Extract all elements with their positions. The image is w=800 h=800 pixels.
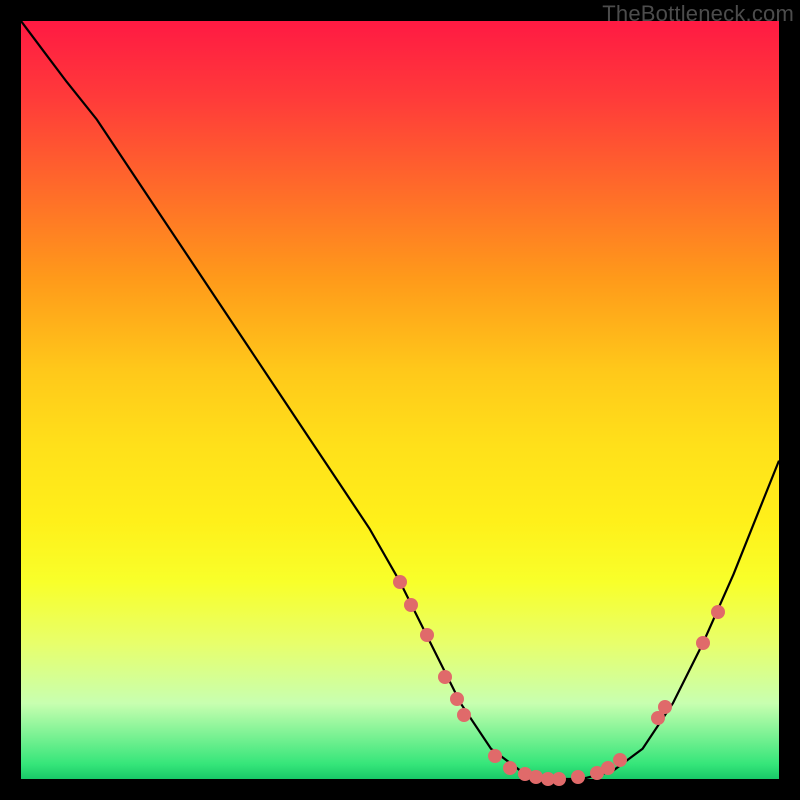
- data-point: [404, 598, 418, 612]
- data-point: [420, 628, 434, 642]
- data-point: [488, 749, 502, 763]
- bottleneck-curve: [21, 21, 779, 779]
- data-point: [503, 761, 517, 775]
- data-point: [393, 575, 407, 589]
- data-point: [457, 708, 471, 722]
- data-point: [613, 753, 627, 767]
- data-point: [571, 770, 585, 784]
- data-point: [696, 636, 710, 650]
- watermark-text: TheBottleneck.com: [602, 1, 794, 27]
- data-point: [552, 772, 566, 786]
- plot-area: [21, 21, 779, 779]
- chart-frame: TheBottleneck.com: [0, 0, 800, 800]
